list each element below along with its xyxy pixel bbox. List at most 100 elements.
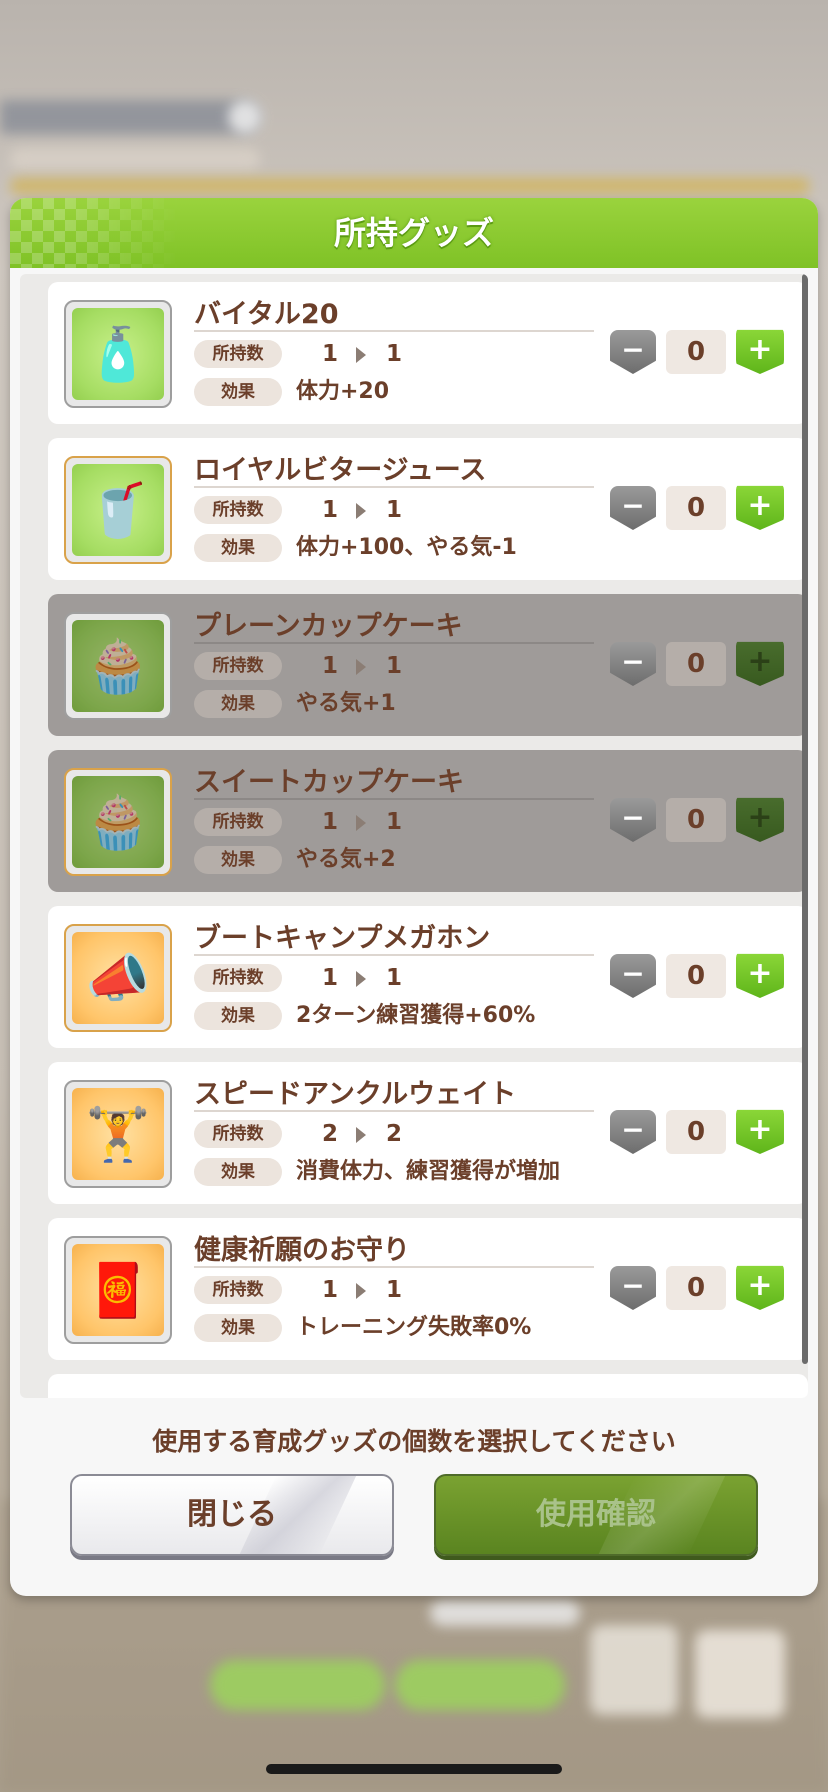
owned-after: 1 [386, 1277, 403, 1303]
goods-item-royal-bitter-juice: 🥤 ロイヤルビタージュース 所持数 1 1 効果 体力+100、やる気-1 − … [48, 438, 808, 580]
owned-after: 1 [386, 497, 403, 523]
goods-item-sweet-cupcake: 🧁 スイートカップケーキ 所持数 1 1 効果 やる気+2 − 0 + [48, 750, 808, 892]
ankle-weight-icon: 🏋 [72, 1088, 164, 1180]
divider [194, 330, 594, 332]
divider [194, 954, 594, 956]
increase-button[interactable]: + [736, 953, 784, 998]
background-status-bar [10, 148, 260, 170]
quantity-value: 0 [666, 1266, 726, 1310]
owned-label: 所持数 [194, 652, 282, 680]
divider [194, 1110, 594, 1112]
item-name: バイタル20 [194, 299, 339, 330]
decrease-button[interactable]: − [610, 486, 656, 530]
goods-item-vital20: 🧴 バイタル20 所持数 1 1 効果 体力+20 − 0 + [48, 282, 808, 424]
owned-current: 1 [322, 809, 339, 835]
item-icon-frame: 📣 [64, 924, 172, 1032]
effect-label: 効果 [194, 1314, 282, 1342]
megaphone-icon: 📣 [72, 932, 164, 1024]
sweet-cupcake-icon: 🧁 [72, 776, 164, 868]
quantity-value: 0 [666, 954, 726, 998]
quantity-value: 0 [666, 798, 726, 842]
quantity-value: 0 [666, 486, 726, 530]
effect-label: 効果 [194, 378, 282, 406]
increase-button[interactable]: + [736, 329, 784, 374]
background-log-icon [590, 1625, 678, 1715]
drink-bottle-icon: 🧴 [72, 308, 164, 400]
background-button [395, 1660, 565, 1710]
owned-current: 1 [322, 1277, 339, 1303]
effect-text: トレーニング失敗率0% [296, 1315, 532, 1340]
increase-button[interactable]: + [736, 1265, 784, 1310]
increase-button[interactable]: + [736, 797, 784, 842]
decrease-button[interactable]: − [610, 1266, 656, 1310]
item-icon-frame: 🧁 [64, 768, 172, 876]
owned-after: 1 [386, 965, 403, 991]
item-icon-frame: 🧧 [64, 1236, 172, 1344]
background-pill [430, 1600, 580, 1626]
arrow-right-icon [356, 815, 366, 831]
divider [194, 798, 594, 800]
charm-amulet-icon: 🧧 [72, 1244, 164, 1336]
quantity-value: 0 [666, 642, 726, 686]
use-confirm-button-label: 使用確認 [536, 1497, 656, 1532]
arrow-right-icon [356, 347, 366, 363]
item-name: ロイヤルビタージュース [194, 455, 487, 486]
effect-label: 効果 [194, 1002, 282, 1030]
goods-item-plain-cupcake: 🧁 プレーンカップケーキ 所持数 1 1 効果 やる気+1 − 0 + [48, 594, 808, 736]
decrease-button[interactable]: − [610, 1110, 656, 1154]
owned-label: 所持数 [194, 496, 282, 524]
owned-after: 1 [386, 341, 403, 367]
background-status-chip [0, 100, 260, 134]
item-icon-frame: 🧴 [64, 300, 172, 408]
use-confirm-button[interactable]: 使用確認 [434, 1474, 758, 1556]
goods-item-partial [48, 1374, 808, 1398]
owned-label: 所持数 [194, 964, 282, 992]
decrease-button[interactable]: − [610, 642, 656, 686]
arrow-right-icon [356, 503, 366, 519]
goods-list[interactable]: 🧴 バイタル20 所持数 1 1 効果 体力+20 − 0 + 🥤 ロイヤルビタ… [20, 274, 808, 1398]
decrease-button[interactable]: − [610, 330, 656, 374]
arrow-right-icon [356, 971, 366, 987]
close-button-label: 閉じる [187, 1497, 277, 1532]
dialog-title: 所持グッズ [333, 214, 494, 252]
goods-item-speed-ankle-weight: 🏋 スピードアンクルウェイト 所持数 2 2 効果 消費体力、練習獲得が増加 −… [48, 1062, 808, 1204]
increase-button[interactable]: + [736, 1109, 784, 1154]
owned-current: 1 [322, 965, 339, 991]
quantity-value: 0 [666, 330, 726, 374]
effect-text: 体力+20 [296, 379, 390, 404]
green-juice-glass-icon: 🥤 [72, 464, 164, 556]
arrow-right-icon [356, 1127, 366, 1143]
owned-label: 所持数 [194, 808, 282, 836]
divider [194, 486, 594, 488]
close-button[interactable]: 閉じる [70, 1474, 394, 1556]
owned-label: 所持数 [194, 1120, 282, 1148]
owned-current: 2 [322, 1121, 339, 1147]
owned-label: 所持数 [194, 340, 282, 368]
effect-text: 消費体力、練習獲得が増加 [296, 1159, 561, 1184]
item-icon-frame: 🧁 [64, 612, 172, 720]
owned-current: 1 [322, 341, 339, 367]
background-skip-button [210, 1660, 385, 1710]
dialog-header: 所持グッズ [10, 198, 818, 268]
increase-button[interactable]: + [736, 485, 784, 530]
item-name: スイートカップケーキ [194, 767, 464, 798]
divider [194, 642, 594, 644]
home-indicator[interactable] [266, 1764, 562, 1774]
effect-text: 体力+100、やる気-1 [296, 535, 517, 560]
effect-label: 効果 [194, 534, 282, 562]
instruction-text: 使用する育成グッズの個数を選択してください [152, 1427, 676, 1456]
owned-goods-dialog: 所持グッズ 🧴 バイタル20 所持数 1 1 効果 体力+20 − 0 + 🥤 … [10, 198, 818, 1596]
effect-label: 効果 [194, 846, 282, 874]
decrease-button[interactable]: − [610, 954, 656, 998]
owned-label: 所持数 [194, 1276, 282, 1304]
effect-label: 効果 [194, 690, 282, 718]
goods-item-bootcamp-megaphone: 📣 ブートキャンプメガホン 所持数 1 1 効果 2ターン練習獲得+60% − … [48, 906, 808, 1048]
owned-current: 1 [322, 653, 339, 679]
decrease-button[interactable]: − [610, 798, 656, 842]
effect-text: やる気+1 [296, 691, 396, 716]
list-scrollbar[interactable] [802, 274, 808, 1364]
increase-button[interactable]: + [736, 641, 784, 686]
effect-text: やる気+2 [296, 847, 396, 872]
arrow-right-icon [356, 659, 366, 675]
background-info-icon [228, 100, 262, 134]
